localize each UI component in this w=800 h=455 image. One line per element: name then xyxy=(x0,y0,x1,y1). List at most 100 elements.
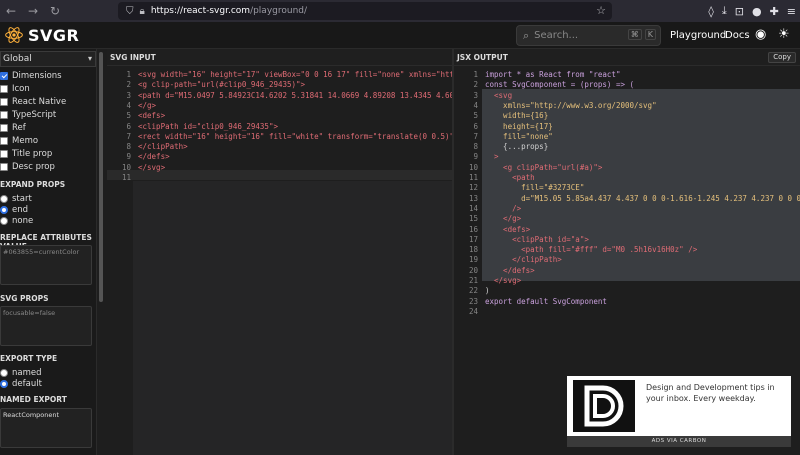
search-icon: ⌕ xyxy=(523,28,530,42)
line-number: 4 xyxy=(473,100,478,110)
checkbox[interactable] xyxy=(0,137,8,145)
code-line: xmlns="http://www.w3.org/2000/svg" xyxy=(485,100,657,110)
checkbox[interactable] xyxy=(0,72,8,80)
line-number: 2 xyxy=(126,80,131,90)
ad-logo[interactable] xyxy=(569,378,639,433)
replace-attr-input[interactable]: #063855=currentColor xyxy=(0,245,92,285)
line-number: 9 xyxy=(473,152,478,162)
kbd-cmd: ⌘ xyxy=(627,29,642,40)
radio[interactable] xyxy=(0,217,8,225)
code-line: </g> xyxy=(138,100,157,110)
line-number: 3 xyxy=(473,90,478,100)
address-bar[interactable]: ⛉ 🔒︎ https://react-svgr.com/playground/ … xyxy=(118,2,612,20)
line-number: 12 xyxy=(468,183,478,193)
svg-input-editor[interactable]: 1 2 3 4 5 6 7 8 9 10 11 <svg width="16" height="17… xyxy=(107,66,452,455)
code-line: height={17} xyxy=(485,121,553,131)
sidebar-scrollbar[interactable] xyxy=(99,52,103,302)
checkbox[interactable] xyxy=(0,111,8,119)
option-memo[interactable]: Memo xyxy=(0,135,38,147)
radio[interactable] xyxy=(0,380,8,388)
editor-empty-area[interactable] xyxy=(133,181,452,455)
line-number: 11 xyxy=(468,173,478,182)
github-icon[interactable]: ◉ xyxy=(755,27,766,42)
radio-none[interactable]: none xyxy=(0,215,33,227)
account-icon[interactable]: ● xyxy=(752,5,762,18)
app-header: SVGR ⌕ Search... ⌘ K Playground Docs ◉ ☀ xyxy=(0,22,800,49)
nav-docs[interactable]: Docs xyxy=(725,30,750,41)
line-number: 10 xyxy=(468,162,478,172)
line-number: 20 xyxy=(468,265,478,275)
option-react-native[interactable]: React Native xyxy=(0,96,66,108)
search-box[interactable]: ⌕ Search... ⌘ K xyxy=(516,25,661,46)
code-line: <svg width="16" height="17" viewBox="0 0… xyxy=(138,70,452,79)
option-desc-prop[interactable]: Desc prop xyxy=(0,161,55,173)
option-dimensions[interactable]: Dimensions xyxy=(0,70,62,82)
code-line: <path d="M15.0497 5.84923C14.6202 5.3184… xyxy=(138,90,452,100)
bookmark-star-icon[interactable]: ☆ xyxy=(596,4,606,17)
line-number: 3 xyxy=(126,90,131,100)
code-line: <svg xyxy=(485,90,513,100)
option-icon[interactable]: Icon xyxy=(0,83,30,95)
logo-text: SVGR xyxy=(28,25,80,45)
extension-icon[interactable]: ⊡ xyxy=(735,5,744,18)
code-line: <defs> xyxy=(138,111,166,121)
radio[interactable] xyxy=(0,195,8,203)
browser-toolbar: ← → ↻ ⛉ 🔒︎ https://react-svgr.com/playgr… xyxy=(0,0,800,22)
line-number: 6 xyxy=(473,121,478,131)
line-number: 16 xyxy=(468,224,478,234)
svgr-logo[interactable]: SVGR xyxy=(4,25,79,45)
line-number: 6 xyxy=(126,121,131,131)
line-number: 8 xyxy=(126,142,131,152)
code-line: </svg> xyxy=(138,162,166,172)
code-line: export default SvgComponent xyxy=(485,296,607,306)
line-number: 23 xyxy=(468,296,478,306)
option-title-prop[interactable]: Title prop xyxy=(0,148,52,160)
line-number: 7 xyxy=(473,131,478,141)
reload-icon[interactable]: ↻ xyxy=(44,0,66,22)
line-number: 1 xyxy=(473,70,478,79)
expand-props-title: EXPAND PROPS xyxy=(0,180,66,189)
back-arrow-icon[interactable]: ← xyxy=(0,0,22,22)
react-logo-icon xyxy=(5,27,23,43)
menu-icon[interactable]: ≡ xyxy=(787,5,796,18)
code-line: <g clip-path="url(#clip0_946_29435)"> xyxy=(138,80,306,90)
checkbox[interactable] xyxy=(0,85,8,93)
checkbox[interactable] xyxy=(0,150,8,158)
checkbox[interactable] xyxy=(0,98,8,106)
pocket-icon[interactable]: ◊ xyxy=(708,5,713,18)
checkbox[interactable] xyxy=(0,124,8,132)
ad-footer[interactable]: ADS VIA CARBON xyxy=(567,436,791,447)
puzzle-icon[interactable]: ✚ xyxy=(770,5,779,18)
scope-select[interactable]: Global ▾ xyxy=(0,51,96,67)
code-line: <path xyxy=(485,173,535,182)
line-number: 1 xyxy=(126,70,131,79)
line-number: 13 xyxy=(468,193,478,203)
checkbox[interactable] xyxy=(0,163,8,171)
radio[interactable] xyxy=(0,206,8,214)
theme-toggle-sun-icon[interactable]: ☀ xyxy=(778,27,790,42)
line-number: 5 xyxy=(473,111,478,121)
code-line: <clipPath id="clip0_946_29435"> xyxy=(138,121,278,131)
svg-props-input[interactable]: focusable=false xyxy=(0,306,92,346)
code-line: import * as React from "react" xyxy=(485,70,621,79)
code-line: > xyxy=(485,152,499,162)
forward-arrow-icon[interactable]: → xyxy=(22,0,44,22)
radio-default[interactable]: default xyxy=(0,378,42,390)
shield-icon[interactable]: ⛉ xyxy=(126,6,134,17)
code-line: </svg> xyxy=(485,276,522,285)
line-number: 2 xyxy=(473,80,478,90)
radio[interactable] xyxy=(0,369,8,377)
copy-button[interactable]: Copy xyxy=(768,52,796,63)
code-line: d="M15.05 5.85a4.437 4.437 0 0 0-1.616-1… xyxy=(485,193,800,203)
line-number: 4 xyxy=(126,100,131,110)
option-ref[interactable]: Ref xyxy=(0,122,26,134)
url-text: https://react-svgr.com/playground/ xyxy=(150,6,308,16)
carbon-ad[interactable]: Design and Development tips in your inbo… xyxy=(567,376,791,447)
line-number-gutter: 1 2 3 4 5 6 7 8 9 10 11 12 13 14 15 16 17 18 19 20 21 22 23 24 xyxy=(454,66,482,455)
named-export-input[interactable]: ReactComponent xyxy=(0,408,92,448)
ad-text[interactable]: Design and Development tips in your inbo… xyxy=(646,382,788,404)
download-icon[interactable]: ⤓ xyxy=(722,4,727,18)
lock-icon[interactable]: 🔒︎ xyxy=(140,6,145,17)
option-typescript[interactable]: TypeScript xyxy=(0,109,56,121)
nav-playground[interactable]: Playground xyxy=(670,30,726,41)
